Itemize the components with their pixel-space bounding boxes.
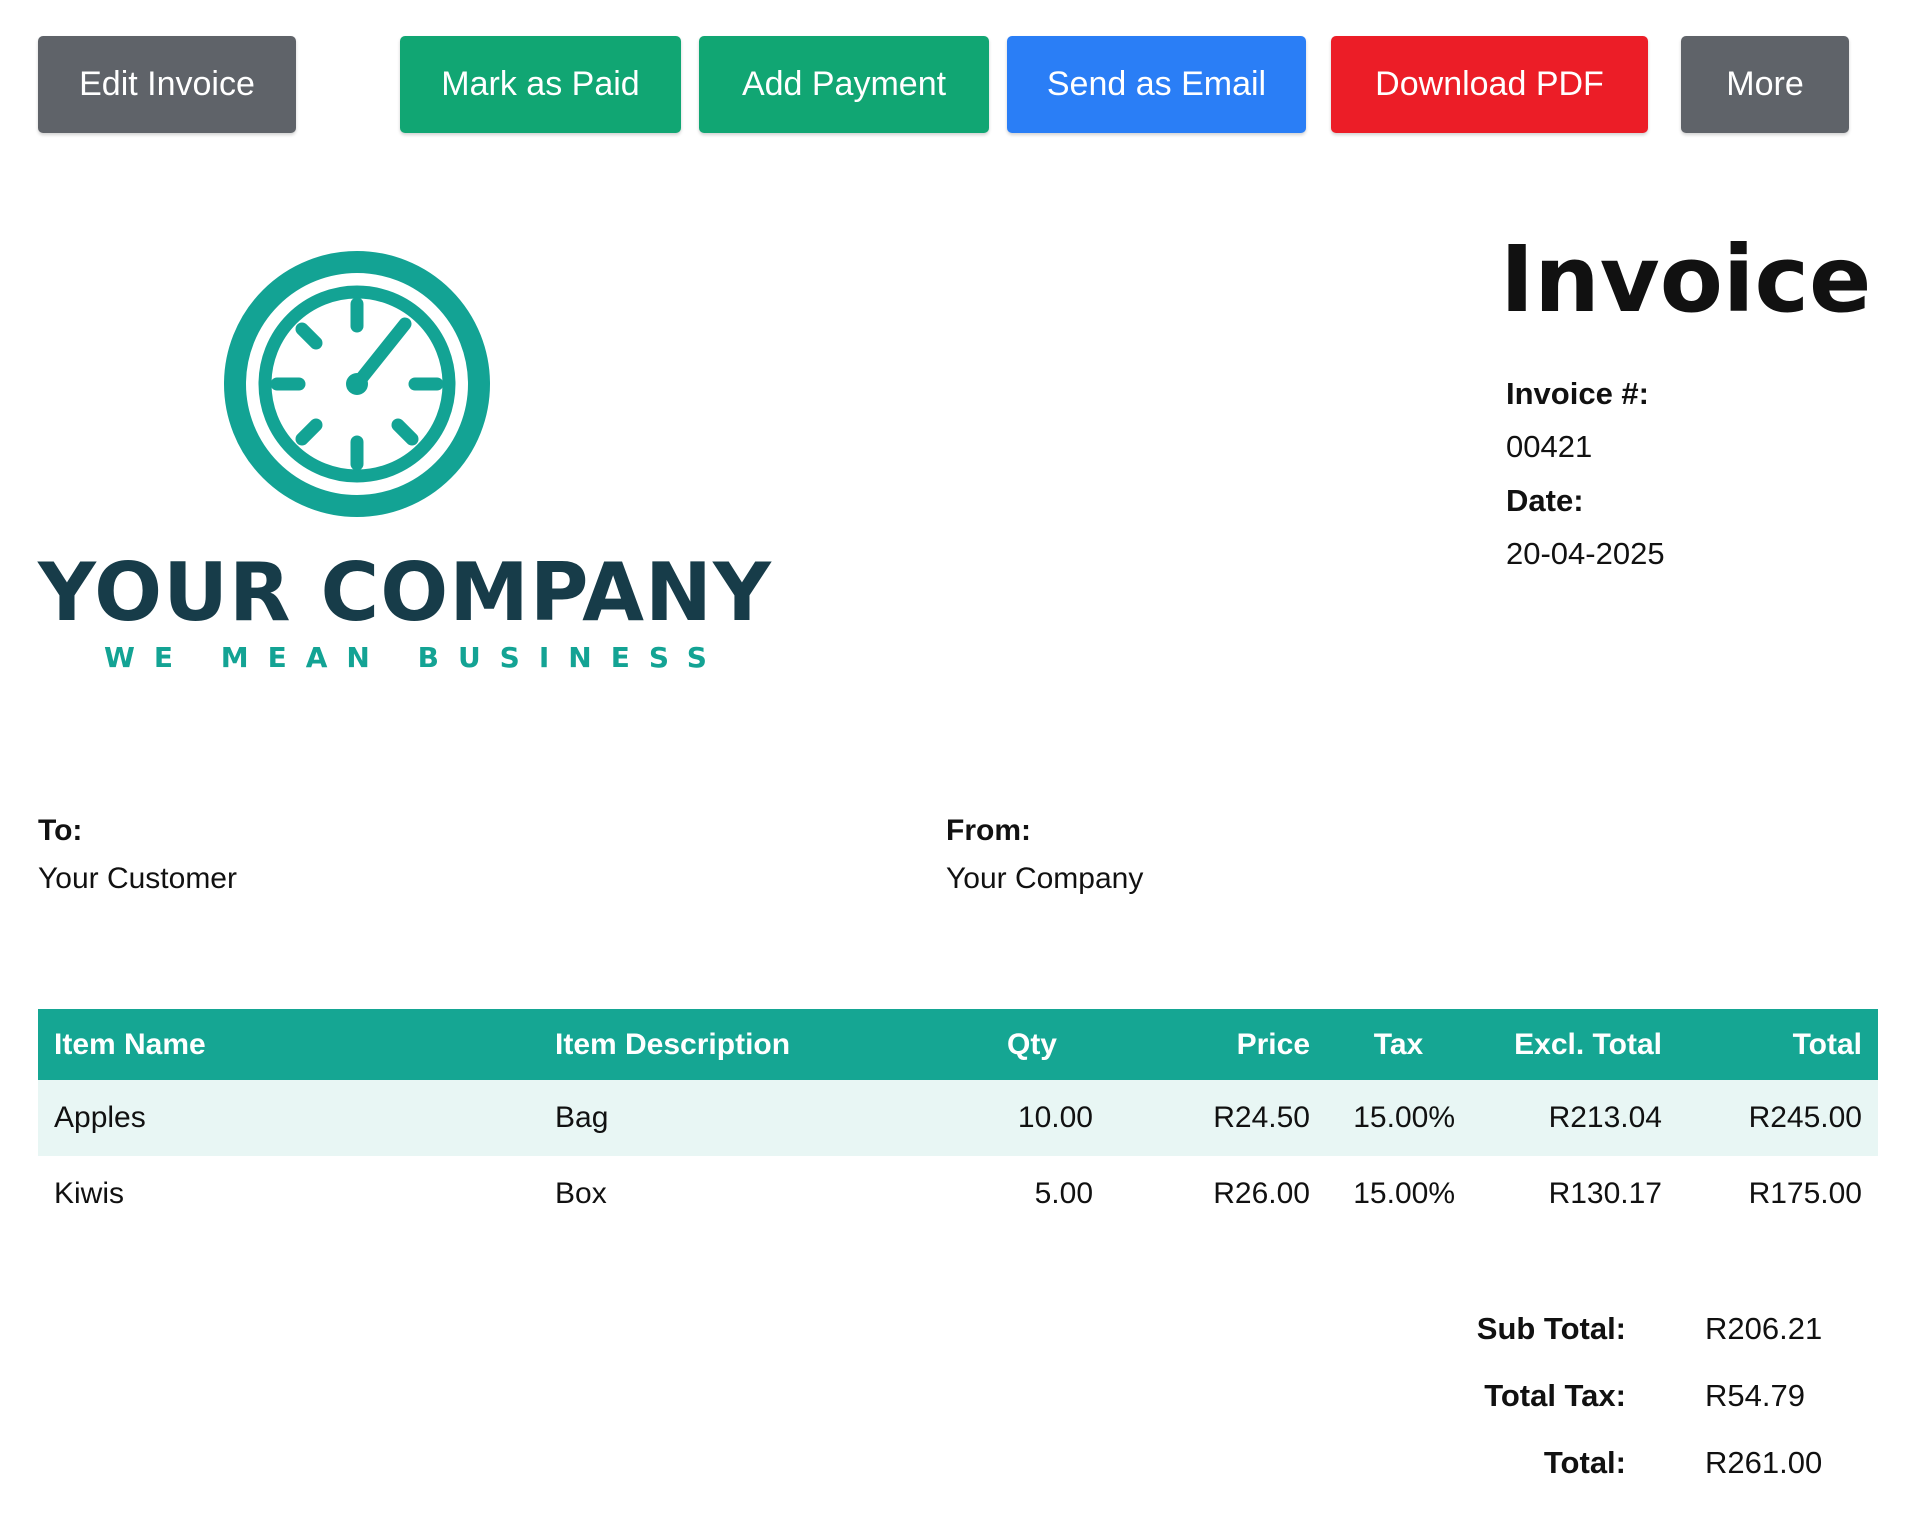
excl-total-cell: R130.17 (1471, 1156, 1678, 1232)
more-button[interactable]: More (1681, 36, 1849, 133)
column-header-total: Total (1678, 1009, 1878, 1080)
total-cell: R245.00 (1678, 1080, 1878, 1156)
to-label: To: (38, 814, 83, 847)
item-name-cell: Kiwis (38, 1156, 539, 1232)
table-row: Apples Bag 10.00 R24.50 15.00% R213.04 R… (38, 1080, 1878, 1156)
column-header-qty: Qty (955, 1009, 1109, 1080)
column-header-excl-total: Excl. Total (1471, 1009, 1678, 1080)
grand-total-value: R261.00 (1705, 1445, 1823, 1480)
column-header-price: Price (1109, 1009, 1326, 1080)
tax-cell: 15.00% (1326, 1156, 1471, 1232)
company-logo-name: YOUR COMPANY (38, 546, 772, 639)
invoice-title: Invoice (1500, 226, 1872, 333)
download-pdf-button[interactable]: Download PDF (1331, 36, 1648, 133)
from-label: From: (946, 814, 1031, 847)
qty-cell: 10.00 (955, 1080, 1109, 1156)
invoice-number-value: 00421 (1506, 429, 1593, 464)
column-header-tax: Tax (1326, 1009, 1471, 1080)
subtotal-label: Sub Total: (1476, 1311, 1626, 1346)
qty-cell: 5.00 (955, 1156, 1109, 1232)
table-row: Kiwis Box 5.00 R26.00 15.00% R130.17 R17… (38, 1156, 1878, 1232)
invoice-date-value: 20-04-2025 (1506, 536, 1665, 571)
item-description-cell: Box (539, 1156, 955, 1232)
total-tax-value: R54.79 (1705, 1378, 1805, 1413)
invoice-number-label: Invoice #: (1506, 376, 1649, 411)
column-header-item-name: Item Name (38, 1009, 539, 1080)
invoice-items-table: Item Name Item Description Qty Price Tax… (38, 1009, 1878, 1232)
excl-total-cell: R213.04 (1471, 1080, 1678, 1156)
total-cell: R175.00 (1678, 1156, 1878, 1232)
invoice-page: Edit Invoice Mark as Paid Add Payment Se… (0, 0, 1920, 1537)
company-logo-tagline: WE MEAN BUSINESS (104, 641, 726, 674)
invoice-date-label: Date: (1506, 483, 1584, 518)
item-name-cell: Apples (38, 1080, 539, 1156)
edit-invoice-button[interactable]: Edit Invoice (38, 36, 296, 133)
add-payment-button[interactable]: Add Payment (699, 36, 989, 133)
from-name: Your Company (946, 862, 1144, 895)
total-tax-label: Total Tax: (1484, 1378, 1626, 1413)
grand-total-label: Total: (1543, 1445, 1626, 1480)
to-name: Your Customer (38, 862, 237, 895)
mark-as-paid-button[interactable]: Mark as Paid (400, 36, 681, 133)
price-cell: R26.00 (1109, 1156, 1326, 1232)
table-header-row: Item Name Item Description Qty Price Tax… (38, 1009, 1878, 1080)
column-header-item-description: Item Description (539, 1009, 955, 1080)
send-as-email-button[interactable]: Send as Email (1007, 36, 1306, 133)
price-cell: R24.50 (1109, 1080, 1326, 1156)
item-description-cell: Bag (539, 1080, 955, 1156)
clock-icon (224, 251, 490, 517)
subtotal-value: R206.21 (1705, 1311, 1823, 1346)
tax-cell: 15.00% (1326, 1080, 1471, 1156)
